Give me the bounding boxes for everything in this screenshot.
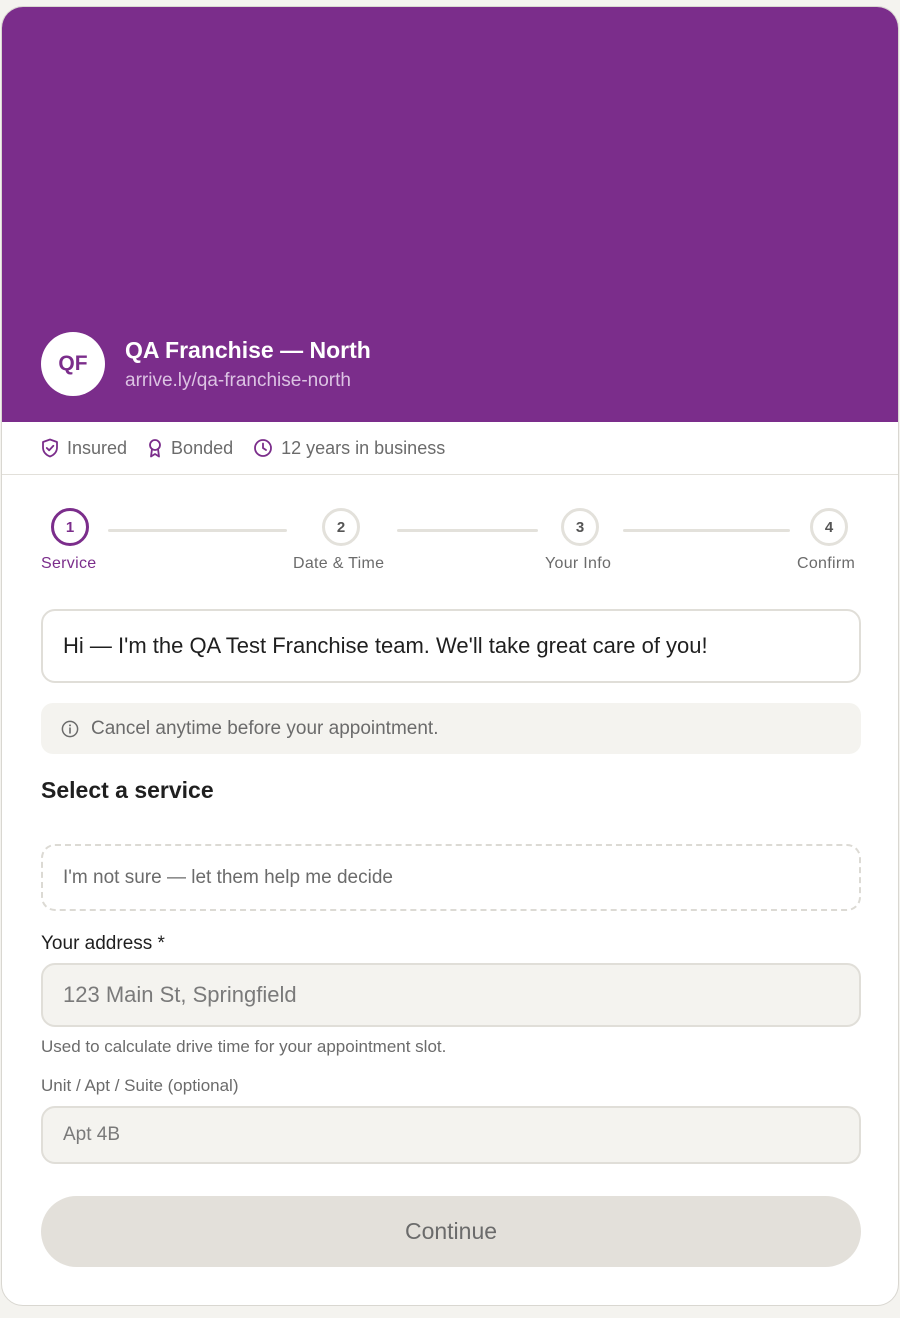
business-url: arrive.ly/qa-franchise-north bbox=[125, 370, 351, 391]
unit-label: Unit / Apt / Suite (optional) bbox=[41, 1076, 239, 1095]
badge-bonded: Bonded bbox=[147, 438, 233, 459]
business-avatar: QF bbox=[41, 332, 105, 396]
continue-button[interactable]: Continue bbox=[41, 1196, 861, 1267]
badge-label: 12 years in business bbox=[281, 437, 446, 458]
not-sure-option[interactable]: I'm not sure — let them help me decide bbox=[41, 844, 861, 911]
badge-label: Bonded bbox=[171, 437, 234, 458]
badge-label: Insured bbox=[67, 437, 128, 458]
unit-input[interactable] bbox=[41, 1106, 861, 1164]
service-section-title: Select a service bbox=[41, 777, 214, 803]
progress-stepper: 1 2 3 4 Service Date & Time Your Info Co… bbox=[2, 507, 898, 587]
step-connector bbox=[108, 529, 287, 532]
step-4-label: Confirm bbox=[797, 555, 856, 572]
step-2-circle: 2 bbox=[322, 508, 360, 546]
step-connector bbox=[623, 529, 790, 532]
step-3-label: Your Info bbox=[545, 555, 612, 572]
badge-insured: Insured bbox=[41, 438, 127, 459]
trust-badges: Insured Bonded 12 years in business bbox=[2, 422, 898, 475]
step-1-circle: 1 bbox=[51, 508, 89, 546]
business-name: QA Franchise — North bbox=[125, 337, 371, 363]
address-label: Your address * bbox=[41, 933, 165, 954]
address-helper-text: Used to calculate drive time for your ap… bbox=[41, 1037, 447, 1056]
notice-text: Cancel anytime before your appointment. bbox=[91, 717, 439, 739]
step-4-circle: 4 bbox=[810, 508, 848, 546]
clock-icon bbox=[254, 439, 273, 457]
booking-card: QF QA Franchise — North arrive.ly/qa-fra… bbox=[1, 6, 899, 1306]
address-input[interactable] bbox=[41, 963, 861, 1027]
greeting-message: Hi — I'm the QA Test Franchise team. We'… bbox=[41, 609, 861, 683]
info-icon bbox=[61, 720, 79, 737]
step-3-circle: 3 bbox=[561, 508, 599, 546]
step-connector bbox=[397, 529, 538, 532]
business-initials: QF bbox=[58, 352, 88, 375]
badge-years: 12 years in business bbox=[253, 438, 445, 459]
ribbon-award-icon bbox=[149, 439, 161, 458]
shield-check-icon bbox=[42, 438, 58, 458]
step-2-label: Date & Time bbox=[293, 555, 385, 572]
cancel-notice: Cancel anytime before your appointment. bbox=[41, 703, 861, 754]
step-1-label: Service bbox=[41, 555, 97, 572]
